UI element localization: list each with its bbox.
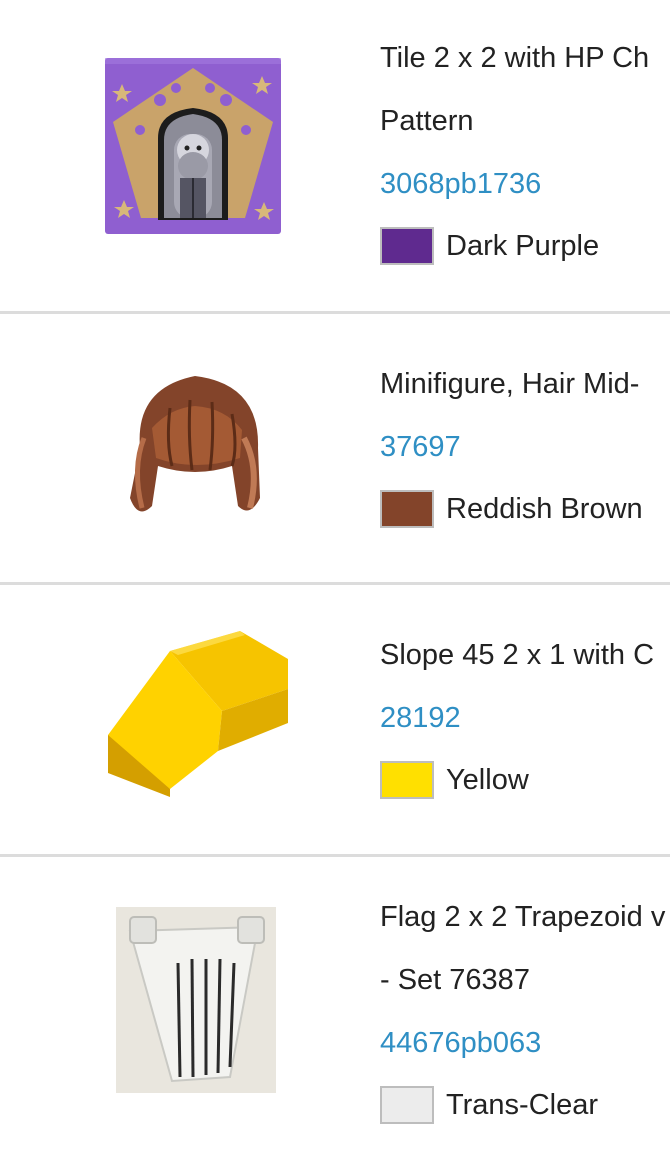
chocolate-frog-card-tile-icon[interactable] bbox=[100, 50, 290, 240]
part-number-link[interactable]: 44676pb063 bbox=[380, 1025, 541, 1061]
color-name: Yellow bbox=[446, 764, 529, 796]
minifigure-hair-icon[interactable] bbox=[100, 348, 290, 538]
color-info: Dark Purple bbox=[380, 224, 599, 268]
list-item[interactable]: Tile 2 x 2 with HP Ch Pattern 3068pb1736… bbox=[0, 0, 670, 314]
item-name-line-1[interactable]: Minifigure, Hair Mid- bbox=[380, 366, 639, 402]
color-name: Reddish Brown bbox=[446, 493, 643, 525]
color-swatch bbox=[380, 227, 434, 265]
color-swatch bbox=[380, 1086, 434, 1124]
list-item[interactable]: Minifigure, Hair Mid- 37697 Reddish Brow… bbox=[0, 314, 670, 585]
yellow-slope-brick-icon[interactable] bbox=[100, 619, 290, 809]
part-number-link[interactable]: 37697 bbox=[380, 429, 461, 465]
part-number-link[interactable]: 28192 bbox=[380, 700, 461, 736]
item-name-line-2[interactable]: Pattern bbox=[380, 103, 474, 139]
color-name: Dark Purple bbox=[446, 230, 600, 262]
parts-list: Tile 2 x 2 with HP Ch Pattern 3068pb1736… bbox=[0, 0, 670, 1165]
color-swatch bbox=[380, 490, 434, 528]
color-swatch bbox=[380, 761, 434, 799]
color-name: Trans-Clear bbox=[446, 1089, 599, 1121]
item-name-line-1[interactable]: Tile 2 x 2 with HP Ch bbox=[380, 40, 649, 76]
list-item[interactable]: Slope 45 2 x 1 with C 28192 Yellow bbox=[0, 585, 670, 857]
list-item[interactable]: Flag 2 x 2 Trapezoid v - Set 76387 44676… bbox=[0, 857, 670, 1165]
item-name-line-2[interactable]: - Set 76387 bbox=[380, 962, 530, 998]
item-name-line-1[interactable]: Slope 45 2 x 1 with C bbox=[380, 637, 654, 673]
color-info: Yellow bbox=[380, 758, 529, 802]
trans-clear-flag-icon[interactable] bbox=[100, 907, 290, 1097]
color-info: Trans-Clear bbox=[380, 1083, 598, 1127]
color-info: Reddish Brown bbox=[380, 487, 643, 531]
item-name-line-1[interactable]: Flag 2 x 2 Trapezoid v bbox=[380, 899, 665, 935]
part-number-link[interactable]: 3068pb1736 bbox=[380, 166, 541, 202]
